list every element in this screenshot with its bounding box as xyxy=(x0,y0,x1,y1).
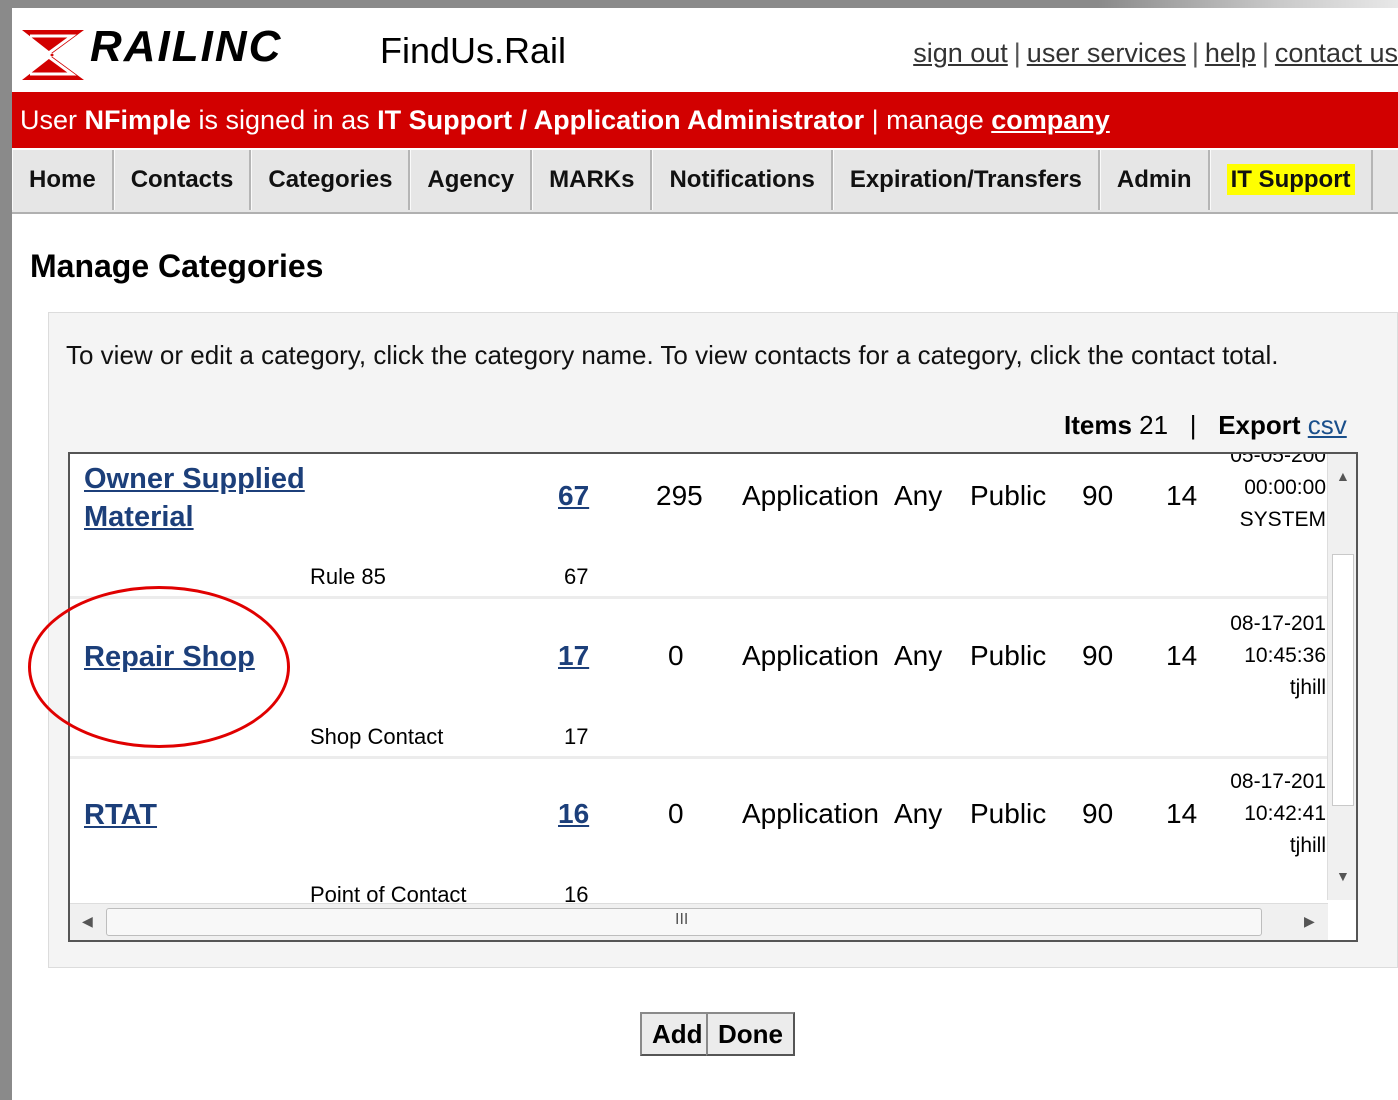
export-csv-link[interactable]: csv xyxy=(1308,410,1347,440)
top-links: sign out | user services | help | contact us xyxy=(913,38,1398,69)
userbar-mid: is signed in as xyxy=(191,105,378,135)
category-name-line[interactable]: Material xyxy=(84,498,305,536)
notice-cell: 14 xyxy=(1166,640,1198,671)
categories-grid[interactable]: Owner Supplied Material 67 295 Applicati… xyxy=(68,452,1358,942)
visibility-cell: Public xyxy=(970,640,1047,671)
scroll-left-arrow-icon[interactable]: ◀ xyxy=(82,913,93,930)
items-count: 21 xyxy=(1139,410,1169,440)
userbar-prefix: User xyxy=(20,105,85,135)
nav-marks[interactable]: MARKs xyxy=(532,150,653,210)
timestamp-cell: 08-17-201 10:45:36 tjhill xyxy=(1214,608,1326,704)
horizontal-scroll-thumb[interactable]: III xyxy=(106,908,1262,936)
user-role: IT Support / Application Administrator xyxy=(377,105,865,135)
nav-notifications[interactable]: Notifications xyxy=(652,150,833,210)
contacts-total-link[interactable]: 17 xyxy=(558,640,589,672)
visibility-cell: Public xyxy=(970,480,1047,511)
timestamp-user: SYSTEM xyxy=(1239,508,1326,531)
timestamp-time: 00:00:00 xyxy=(1244,476,1326,499)
timestamp-user: tjhill xyxy=(1289,834,1326,857)
items-label: Items xyxy=(1064,410,1132,440)
nav-categories[interactable]: Categories xyxy=(251,150,411,210)
days-cell: 90 xyxy=(1082,798,1114,829)
timestamp-time: 10:45:36 xyxy=(1244,644,1326,667)
timestamp-cell: 05-05-200 00:00:00 SYSTEM xyxy=(1214,452,1326,536)
main-nav: Home Contacts Categories Agency MARKs No… xyxy=(12,150,1398,214)
brand-name: RAILINC xyxy=(90,22,283,71)
count-cell: 0 xyxy=(668,798,684,829)
add-button[interactable]: Add xyxy=(640,1012,715,1056)
days-cell: 90 xyxy=(1082,480,1114,511)
timestamp-cell: 08-17-201 10:42:41 tjhill xyxy=(1214,766,1326,862)
items-separator: | xyxy=(1189,410,1197,440)
user-status-bar: User NFimple is signed in as IT Support … xyxy=(12,92,1398,148)
category-name-link[interactable]: RTAT xyxy=(84,796,157,834)
vertical-scroll-thumb[interactable] xyxy=(1332,554,1354,806)
sign-out-link[interactable]: sign out xyxy=(913,38,1008,68)
scope-cell: Any xyxy=(894,480,943,511)
notice-cell: 14 xyxy=(1166,480,1198,511)
scope-cell: Any xyxy=(894,640,943,671)
notice-cell: 14 xyxy=(1166,798,1198,829)
nav-contacts[interactable]: Contacts xyxy=(113,150,252,210)
app-header: RAILINC FindUs.Rail sign out | user servic… xyxy=(12,8,1398,90)
nav-home[interactable]: Home xyxy=(12,150,114,210)
scroll-up-arrow-icon[interactable]: ▲ xyxy=(1336,468,1350,484)
instructions-text: To view or edit a category, click the ca… xyxy=(66,340,1279,370)
manage-company-link[interactable]: company xyxy=(991,105,1110,135)
timestamp-date: 05-05-200 xyxy=(1230,452,1326,467)
sub-count-cell: 67 xyxy=(564,564,589,589)
link-separator: | xyxy=(1191,38,1199,68)
nav-it-support-label: IT Support xyxy=(1226,164,1355,195)
row-divider xyxy=(70,596,1328,599)
sub-count-cell: 17 xyxy=(564,724,589,749)
row-divider xyxy=(70,756,1328,759)
type-cell: Application xyxy=(742,798,879,829)
nav-admin[interactable]: Admin xyxy=(1099,150,1210,210)
timestamp-user: tjhill xyxy=(1289,676,1326,699)
category-name-line[interactable]: Owner Supplied xyxy=(84,460,305,498)
horizontal-scrollbar[interactable]: ◀ III ▶ xyxy=(70,903,1328,940)
scroll-right-arrow-icon[interactable]: ▶ xyxy=(1304,913,1315,930)
vertical-scrollbar[interactable]: ▲ ▼ xyxy=(1327,454,1356,900)
sub-name-cell: Shop Contact xyxy=(310,724,444,749)
timestamp-time: 10:42:41 xyxy=(1244,802,1326,825)
contacts-total-link[interactable]: 67 xyxy=(558,480,589,512)
help-link[interactable]: help xyxy=(1205,38,1256,68)
page-title: Manage Categories xyxy=(30,248,324,284)
category-name-link[interactable]: Repair Shop xyxy=(84,638,255,676)
scroll-down-arrow-icon[interactable]: ▼ xyxy=(1336,868,1350,884)
timestamp-date: 08-17-201 xyxy=(1230,612,1326,635)
export-label: Export xyxy=(1218,410,1301,440)
link-separator: | xyxy=(1013,38,1021,68)
scope-cell: Any xyxy=(894,798,943,829)
app-title: FindUs.Rail xyxy=(380,30,567,71)
contacts-total-link[interactable]: 16 xyxy=(558,798,589,830)
sub-name-cell: Rule 85 xyxy=(310,564,386,589)
days-cell: 90 xyxy=(1082,640,1114,671)
username: NFimple xyxy=(84,105,192,135)
category-name-line[interactable]: RTAT xyxy=(84,796,157,834)
link-separator: | xyxy=(1261,38,1269,68)
userbar-sep: | manage xyxy=(864,105,992,135)
done-button[interactable]: Done xyxy=(706,1012,795,1056)
visibility-cell: Public xyxy=(970,798,1047,829)
user-services-link[interactable]: user services xyxy=(1027,38,1186,68)
category-name-link[interactable]: Owner Supplied Material xyxy=(84,460,305,536)
nav-it-support[interactable]: IT Support xyxy=(1209,150,1373,210)
type-cell: Application xyxy=(742,480,879,511)
type-cell: Application xyxy=(742,640,879,671)
count-cell: 0 xyxy=(668,640,684,671)
category-name-line[interactable]: Repair Shop xyxy=(84,638,255,676)
items-export-bar: Items 21 | Export csv xyxy=(1064,410,1347,441)
nav-expiration-transfers[interactable]: Expiration/Transfers xyxy=(832,150,1100,210)
nav-agency[interactable]: Agency xyxy=(410,150,533,210)
scroll-grip: III xyxy=(675,911,689,928)
timestamp-date: 08-17-201 xyxy=(1230,770,1326,793)
contact-us-link[interactable]: contact us xyxy=(1275,38,1398,68)
count-cell: 295 xyxy=(656,480,703,511)
